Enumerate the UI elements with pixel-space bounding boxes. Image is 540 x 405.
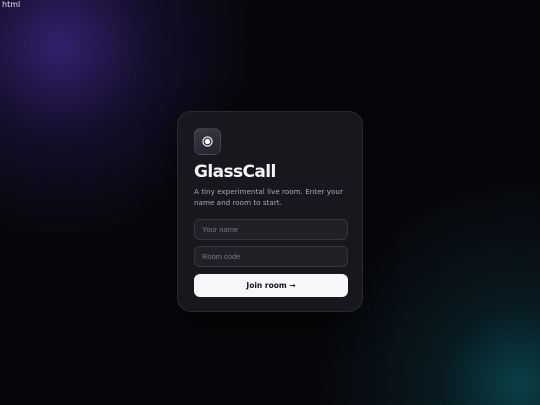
app-subtitle: A tiny experimental live room. Enter you… bbox=[194, 187, 343, 207]
app-logo-tile bbox=[194, 128, 221, 155]
page-background: html GlassCall A tiny experimental live … bbox=[0, 0, 540, 405]
app-title: GlassCall bbox=[194, 162, 276, 182]
room-code-input[interactable] bbox=[194, 246, 348, 267]
join-room-button[interactable]: Join room → bbox=[194, 274, 348, 297]
join-card: GlassCall A tiny experimental live room.… bbox=[177, 111, 363, 312]
record-icon bbox=[202, 136, 213, 147]
name-input[interactable] bbox=[194, 219, 348, 240]
stray-code-fence-text: html bbox=[2, 0, 21, 9]
